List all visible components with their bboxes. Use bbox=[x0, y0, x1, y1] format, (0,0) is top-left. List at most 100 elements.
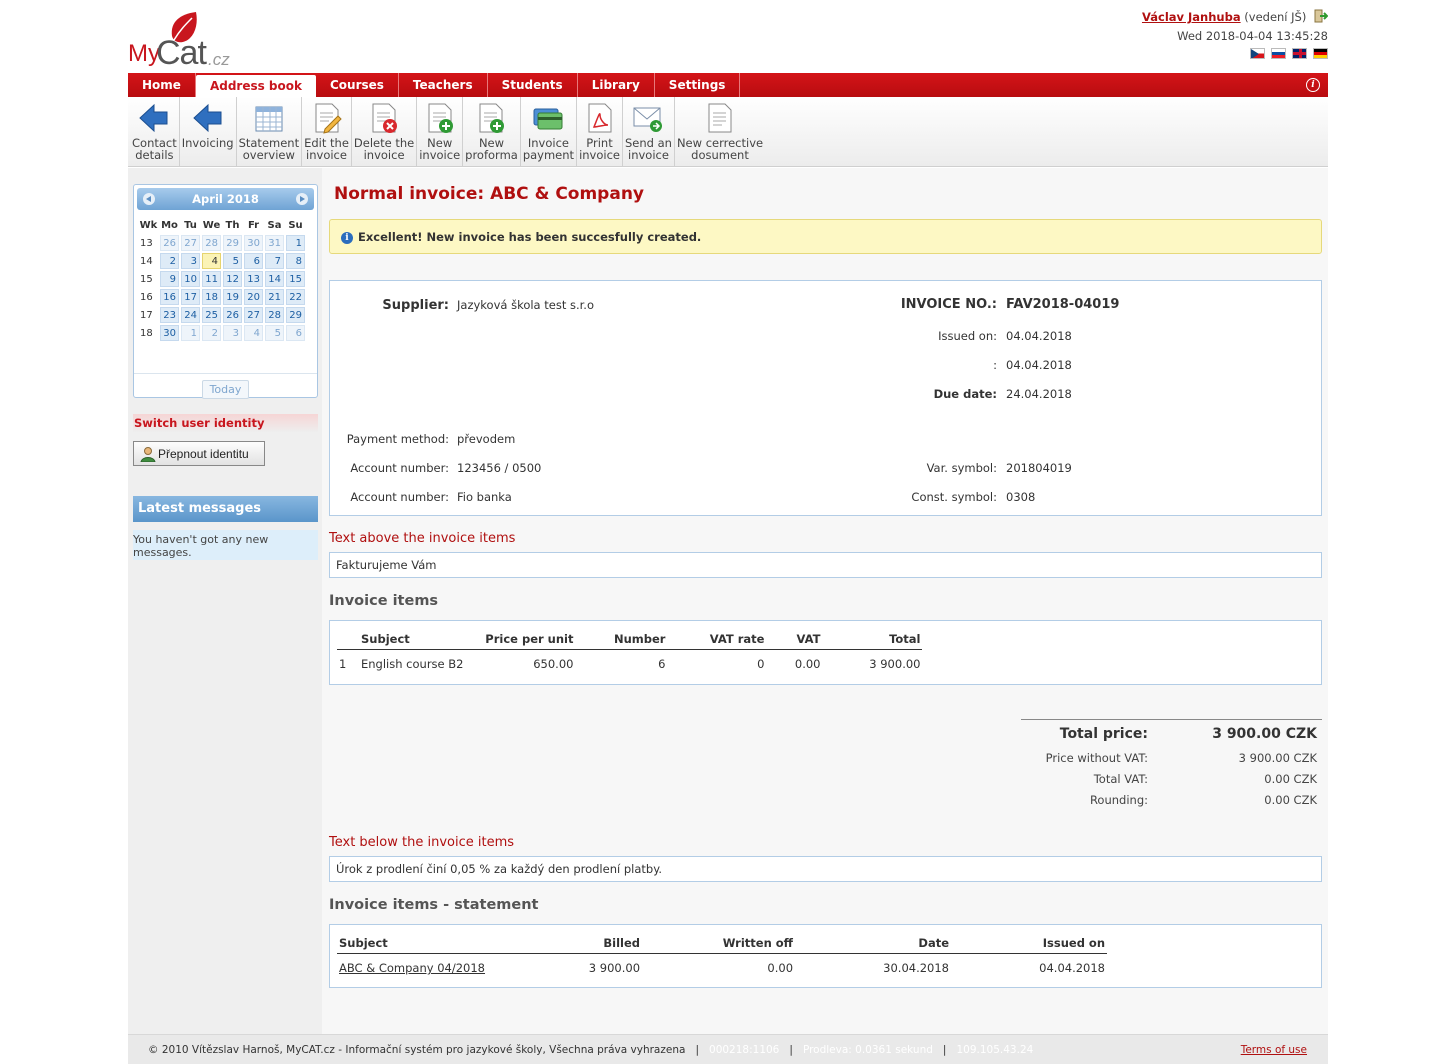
var-symbol-label: Var. symbol: bbox=[926, 461, 997, 475]
const-symbol-value: 0308 bbox=[1006, 490, 1036, 504]
contact-details-button[interactable]: Contact details bbox=[130, 97, 180, 166]
nav-teachers[interactable]: Teachers bbox=[399, 73, 488, 97]
calendar-day[interactable]: 8 bbox=[286, 253, 305, 269]
calendar-day[interactable]: 1 bbox=[181, 325, 200, 341]
document-icon bbox=[708, 103, 732, 133]
calendar-day[interactable]: 6 bbox=[244, 253, 263, 269]
footer-code: 000218:1106 bbox=[709, 1044, 780, 1056]
flag-sk-icon[interactable] bbox=[1271, 48, 1286, 59]
calendar-day[interactable]: 13 bbox=[244, 271, 263, 287]
toolbar-label: Statement overview bbox=[238, 136, 300, 162]
nav-courses[interactable]: Courses bbox=[316, 73, 399, 97]
today-button[interactable]: Today bbox=[201, 380, 250, 399]
calendar-day[interactable]: 28 bbox=[202, 235, 221, 251]
calendar-day[interactable]: 14 bbox=[265, 271, 284, 287]
calendar-day[interactable]: 7 bbox=[265, 253, 284, 269]
calendar-day[interactable]: 3 bbox=[181, 253, 200, 269]
flag-en-icon[interactable] bbox=[1292, 48, 1307, 59]
calendar-day[interactable]: 26 bbox=[223, 307, 242, 323]
logout-icon[interactable] bbox=[1314, 9, 1328, 23]
calendar-day[interactable]: 29 bbox=[286, 307, 305, 323]
nav-library[interactable]: Library bbox=[578, 73, 655, 97]
calendar-day[interactable]: 16 bbox=[160, 289, 179, 305]
payment-method-value: převodem bbox=[457, 432, 516, 446]
table-row: 1 English course B2 650.00 6 0 0.00 3 90… bbox=[337, 649, 922, 679]
calendar-day[interactable]: 4 bbox=[244, 325, 263, 341]
toolbar: Contact details Invoicing Statement over… bbox=[128, 97, 1328, 167]
new-proforma-button[interactable]: New proforma bbox=[463, 97, 521, 166]
send-invoice-button[interactable]: Send an invoice bbox=[623, 97, 675, 166]
calendar-day[interactable]: 23 bbox=[160, 307, 179, 323]
calendar-day[interactable]: 15 bbox=[286, 271, 305, 287]
price-without-vat-value: 3 900.00 CZK bbox=[1238, 751, 1317, 765]
calendar-day[interactable]: 12 bbox=[223, 271, 242, 287]
calendar-day[interactable]: 19 bbox=[223, 289, 242, 305]
calendar-grid: Wk Mo Tu We Th Fr Sa Su 13 26 27 28 29 30 31 1 14 2 3 4 5 6 7… bbox=[137, 215, 307, 343]
calendar-day[interactable]: 9 bbox=[160, 271, 179, 287]
switch-identity-button[interactable]: Přepnout identitu bbox=[133, 441, 265, 466]
calendar-day[interactable]: 21 bbox=[265, 289, 284, 305]
text-above-box: Fakturujeme Vám bbox=[329, 552, 1322, 578]
calendar-day[interactable]: 30 bbox=[160, 325, 179, 341]
calendar-day[interactable]: 26 bbox=[160, 235, 179, 251]
calendar-day[interactable]: 20 bbox=[244, 289, 263, 305]
calendar-day[interactable]: 27 bbox=[181, 235, 200, 251]
calendar-day[interactable]: 24 bbox=[181, 307, 200, 323]
bank-value: Fio banka bbox=[457, 490, 512, 504]
footer-delay: Prodleva: 0.0361 sekund bbox=[802, 1044, 933, 1056]
total-price-label: Total price: bbox=[1059, 726, 1148, 742]
nav-settings[interactable]: Settings bbox=[655, 73, 741, 97]
switch-identity-label: Přepnout identitu bbox=[158, 446, 249, 461]
edit-invoice-button[interactable]: Edit the invoice bbox=[302, 97, 352, 166]
calendar-day[interactable]: 31 bbox=[265, 235, 284, 251]
calendar-day-today[interactable]: 4 bbox=[202, 253, 221, 269]
info-icon: i bbox=[341, 232, 353, 244]
calendar-day[interactable]: 10 bbox=[181, 271, 200, 287]
statement-overview-button[interactable]: Statement overview bbox=[237, 97, 303, 166]
nav-home[interactable]: Home bbox=[128, 73, 196, 97]
calendar-day[interactable]: 25 bbox=[202, 307, 221, 323]
calendar-day[interactable]: 2 bbox=[202, 325, 221, 341]
calendar-day[interactable]: 6 bbox=[286, 325, 305, 341]
calendar-day[interactable]: 5 bbox=[223, 253, 242, 269]
calendar-day[interactable]: 27 bbox=[244, 307, 263, 323]
calendar-day[interactable]: 5 bbox=[265, 325, 284, 341]
spreadsheet-icon bbox=[255, 106, 283, 132]
calendar-week-number: 16 bbox=[140, 291, 153, 303]
success-notice: i Excellent! New invoice has been succes… bbox=[329, 219, 1322, 254]
calendar-day[interactable]: 18 bbox=[202, 289, 221, 305]
calendar-day[interactable]: 3 bbox=[223, 325, 242, 341]
nav-address-book[interactable]: Address book bbox=[195, 75, 316, 97]
info-icon[interactable]: i bbox=[1306, 78, 1320, 92]
footer-separator: | bbox=[789, 1044, 793, 1056]
user-name-link[interactable]: Václav Janhuba bbox=[1142, 10, 1241, 24]
total-price-row: Total price: 3 900.00 CZK bbox=[1021, 720, 1322, 747]
new-corrective-document-button[interactable]: New cerrective dosument bbox=[675, 97, 765, 166]
calendar-day[interactable]: 11 bbox=[202, 271, 221, 287]
new-invoice-button[interactable]: New invoice bbox=[417, 97, 464, 166]
mycat-logo[interactable]: My Cat .cz bbox=[128, 6, 238, 72]
statement-subject-link[interactable]: ABC & Company 04/2018 bbox=[339, 961, 485, 975]
flag-de-icon[interactable] bbox=[1313, 48, 1328, 59]
main-nav: Home Address book Courses Teachers Stude… bbox=[128, 73, 1328, 97]
previous-month-icon[interactable] bbox=[143, 193, 155, 205]
toolbar-label: Print invoice bbox=[579, 136, 620, 162]
calendar-day[interactable]: 28 bbox=[265, 307, 284, 323]
print-invoice-button[interactable]: Print invoice bbox=[577, 97, 623, 166]
column-header: Date bbox=[795, 933, 952, 954]
text-below-box: Úrok z prodlení činí 0,05 % za každý den… bbox=[329, 856, 1322, 882]
invoice-payment-button[interactable]: Invoice payment bbox=[521, 97, 578, 166]
calendar-day[interactable]: 1 bbox=[286, 235, 305, 251]
calendar-day[interactable]: 17 bbox=[181, 289, 200, 305]
invoice-number-value: FAV2018-04019 bbox=[1006, 297, 1120, 312]
calendar-day[interactable]: 22 bbox=[286, 289, 305, 305]
flag-cz-icon[interactable] bbox=[1250, 48, 1265, 59]
next-month-icon[interactable] bbox=[296, 193, 308, 205]
calendar-day[interactable]: 29 bbox=[223, 235, 242, 251]
terms-of-use-link[interactable]: Terms of use bbox=[1241, 1035, 1307, 1064]
delete-invoice-button[interactable]: Delete the invoice bbox=[352, 97, 418, 166]
invoicing-button[interactable]: Invoicing bbox=[180, 97, 237, 166]
nav-students[interactable]: Students bbox=[488, 73, 578, 97]
calendar-day[interactable]: 2 bbox=[160, 253, 179, 269]
calendar-day[interactable]: 30 bbox=[244, 235, 263, 251]
